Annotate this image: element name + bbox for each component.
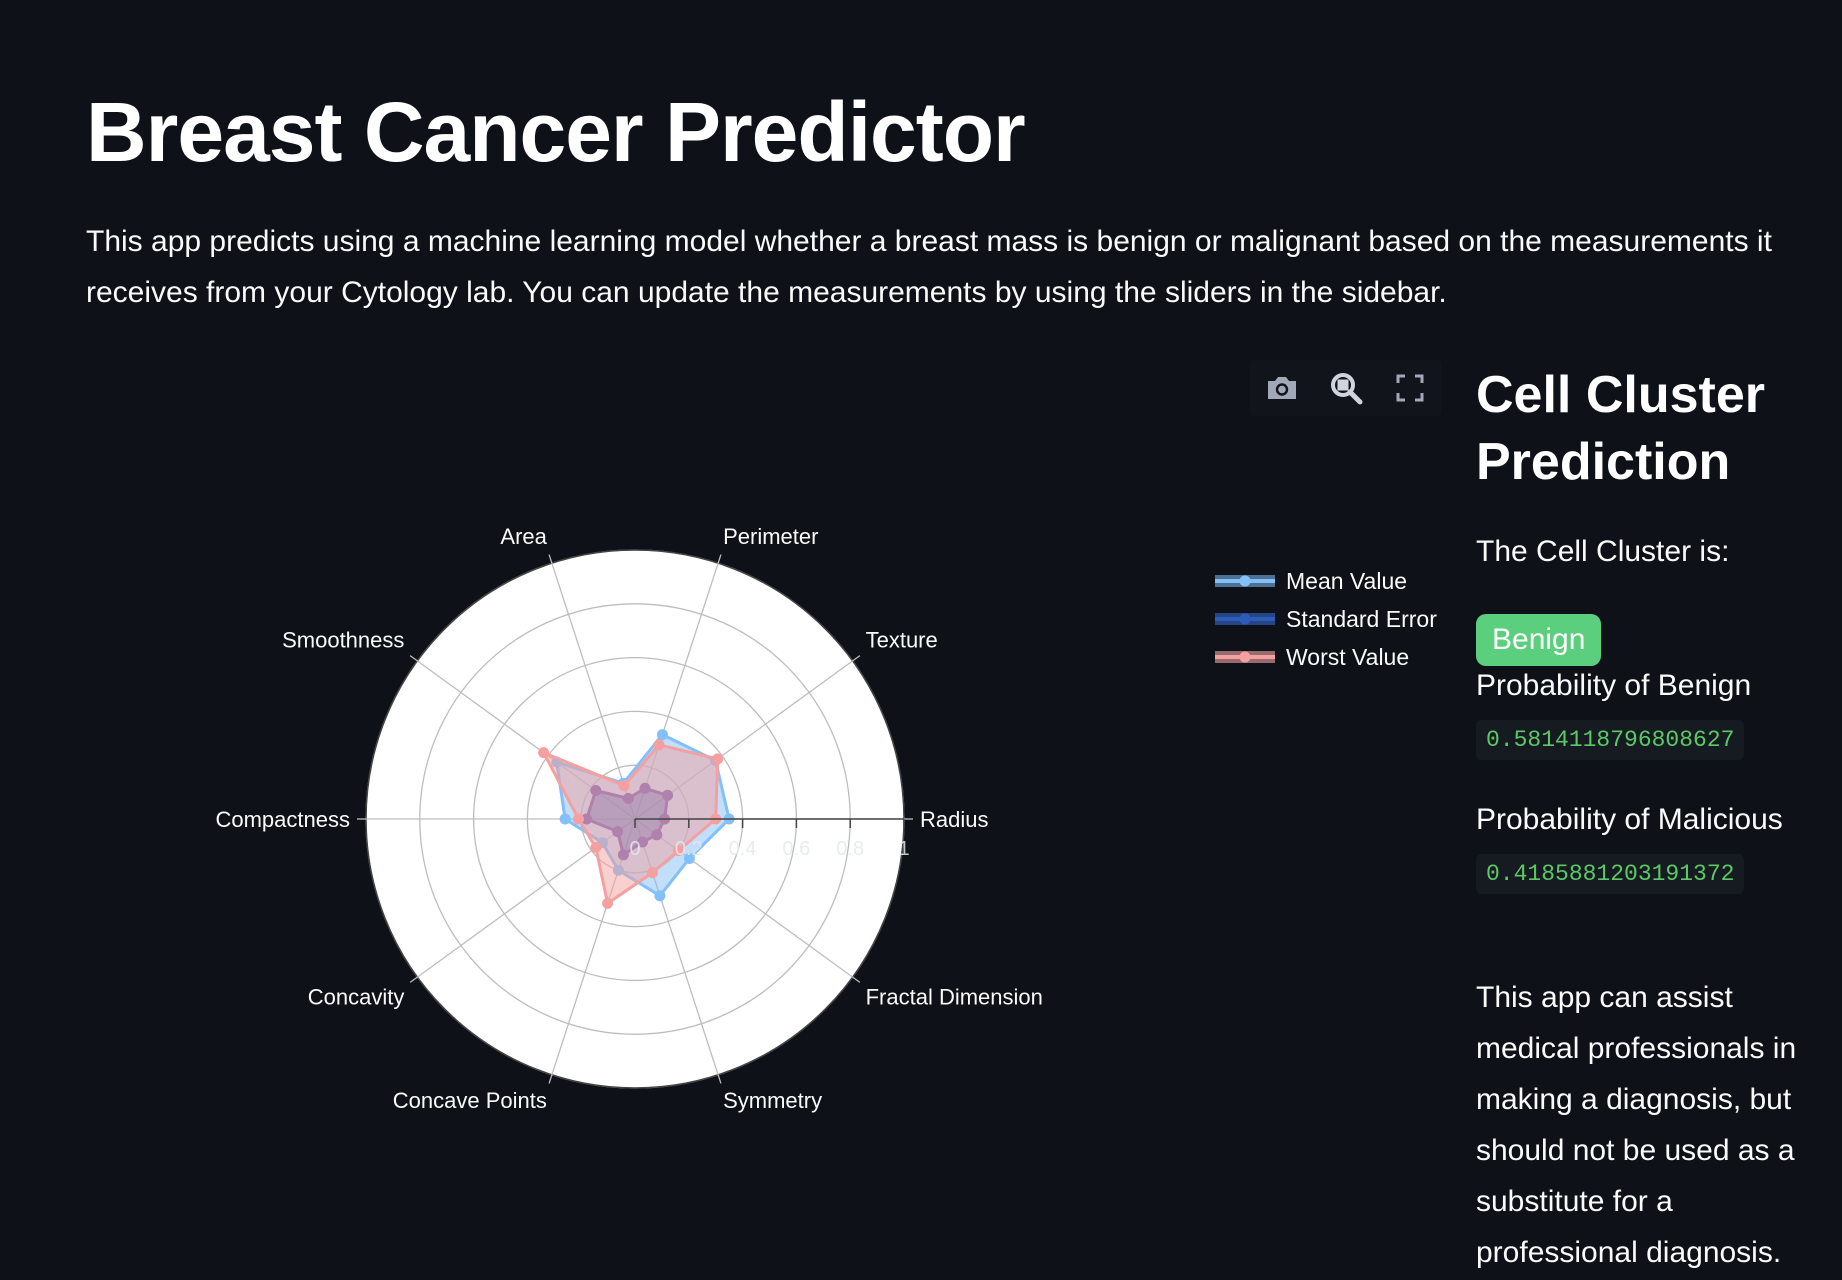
- category-label: Concave Points: [393, 1088, 547, 1113]
- radar-chart: 0 0.2 0.4 0.6 0.8 1 Radius Texture Perimeter Area…: [215, 524, 1043, 1113]
- chart-legend: Mean Value Standard Error Worst Value: [1214, 562, 1437, 676]
- legend-swatch-mean: [1215, 575, 1275, 587]
- legend-label-standard-error: Standard Error: [1286, 605, 1437, 632]
- data-point: [618, 780, 630, 792]
- prediction-title: Cell Cluster Prediction: [1476, 366, 1765, 491]
- category-label: Concavity: [308, 985, 405, 1010]
- download-plot-button[interactable]: [1260, 366, 1304, 410]
- page-title: Breast Cancer Predictor: [86, 85, 1026, 179]
- chart-toolbar: [1250, 360, 1442, 416]
- prediction-panel: Cell Cluster Prediction The Cell Cluster…: [1476, 362, 1816, 1269]
- camera-icon: [1268, 377, 1296, 399]
- category-label: Fractal Dimension: [866, 985, 1043, 1010]
- probability-benign-value: 0.5814118796808627: [1476, 720, 1745, 760]
- data-point: [712, 753, 724, 765]
- legend-label-mean: Mean Value: [1286, 567, 1408, 594]
- radial-tick-label: 0.4: [729, 838, 757, 860]
- legend-swatch-worst: [1215, 651, 1275, 663]
- zoom-button[interactable]: [1324, 366, 1368, 410]
- angular-tick: [717, 1074, 722, 1084]
- app-description: This app predicts using a machine learni…: [86, 225, 1772, 309]
- probability-malicious-label: Probability of Malicious: [1476, 803, 1783, 836]
- angular-tick: [409, 655, 418, 662]
- category-label: Compactness: [215, 807, 350, 832]
- category-label: Smoothness: [282, 628, 404, 653]
- category-label: Radius: [920, 807, 988, 832]
- data-point: [573, 813, 584, 825]
- data-point: [538, 747, 550, 759]
- cluster-label: The Cell Cluster is:: [1476, 535, 1730, 568]
- angular-tick: [852, 655, 861, 662]
- radial-tick-label: 0.8: [836, 838, 864, 860]
- radial-tick-label: 0: [629, 838, 640, 860]
- data-point: [653, 739, 665, 751]
- angular-tick: [717, 554, 722, 564]
- legend-item-mean[interactable]: Mean Value: [1214, 562, 1437, 600]
- category-label: Area: [500, 524, 547, 549]
- disclaimer-text: This app can assist medical professional…: [1476, 981, 1797, 1269]
- radial-tick-label: 0.2: [675, 838, 703, 860]
- angular-tick: [548, 1074, 553, 1084]
- legend-label-worst: Worst Value: [1286, 643, 1410, 670]
- probability-benign-label: Probability of Benign: [1476, 669, 1752, 702]
- angular-tick: [409, 976, 418, 983]
- category-label: Texture: [866, 628, 938, 653]
- probability-malicious-value: 0.4185881203191372: [1476, 854, 1745, 894]
- legend-item-worst[interactable]: Worst Value: [1214, 638, 1437, 676]
- fullscreen-button[interactable]: [1388, 366, 1432, 410]
- category-label: Symmetry: [723, 1088, 822, 1113]
- data-point: [590, 842, 602, 853]
- data-point: [656, 729, 668, 741]
- legend-swatch-standard-error: [1215, 613, 1275, 625]
- data-point: [654, 890, 666, 902]
- angular-tick: [852, 976, 861, 983]
- data-point: [647, 867, 658, 879]
- category-label: Perimeter: [723, 524, 818, 549]
- zoom-icon: [1331, 373, 1363, 405]
- data-point: [602, 897, 614, 909]
- fullscreen-icon: [1396, 374, 1424, 402]
- radial-tick-label: 1: [898, 838, 909, 860]
- radial-tick-label: 0.6: [782, 838, 810, 860]
- data-point: [559, 813, 571, 825]
- prediction-badge: Benign: [1476, 614, 1602, 666]
- angular-tick: [548, 554, 553, 564]
- legend-item-standard-error[interactable]: Standard Error: [1214, 600, 1437, 638]
